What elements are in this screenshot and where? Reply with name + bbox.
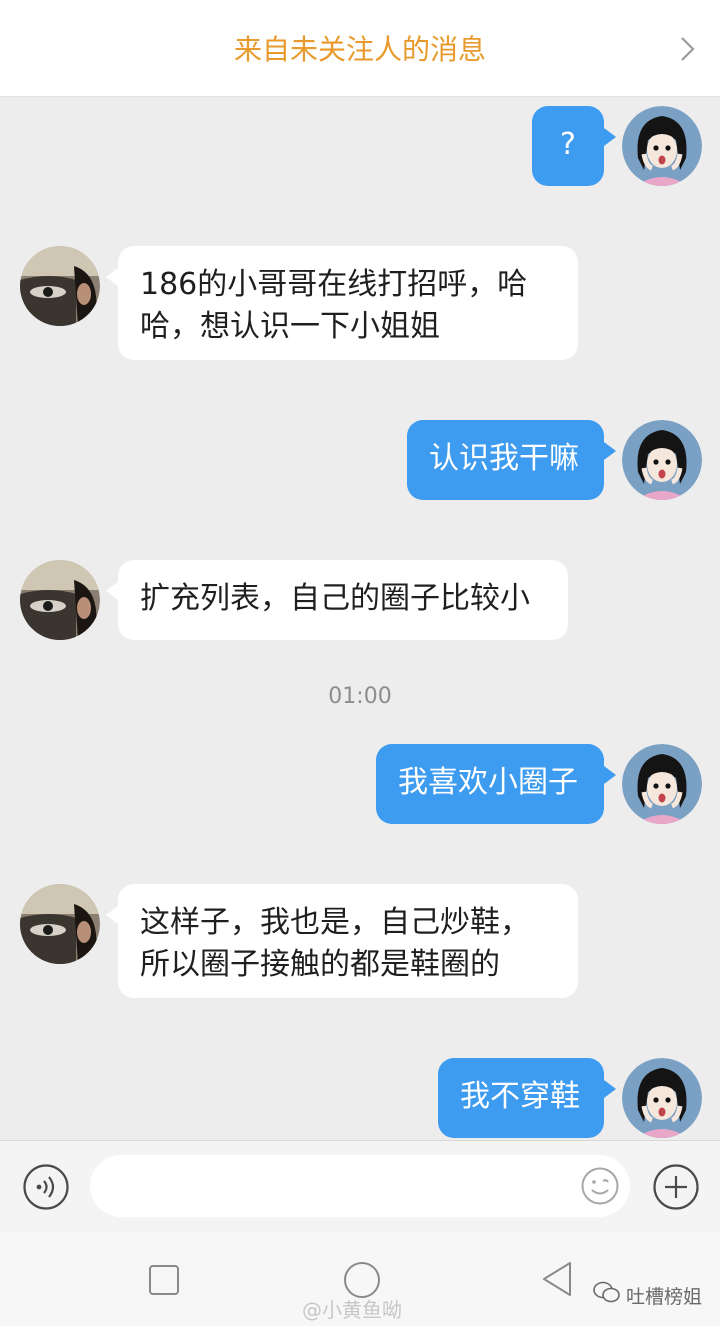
square-icon[interactable] xyxy=(148,1264,180,1296)
outgoing-bubble[interactable]: 认识我干嘛 xyxy=(407,420,604,500)
bubble-tail xyxy=(604,128,616,146)
chat-area[interactable]: ? 186的小哥哥在线打招呼，哈 哈，想认识一下小姐姐 认识我干嘛 扩充列表，自… xyxy=(0,96,720,1140)
bubble-tail xyxy=(604,442,616,460)
plus-icon[interactable] xyxy=(652,1163,700,1211)
avatar-self[interactable] xyxy=(622,744,702,824)
outgoing-bubble[interactable]: 我不穿鞋 xyxy=(438,1058,604,1138)
message-row-incoming: 扩充列表，自己的圈子比较小 xyxy=(0,560,720,650)
avatar-girl-icon xyxy=(622,106,702,186)
chevron-right-icon[interactable] xyxy=(672,34,702,64)
system-nav-bar: @小黄鱼呦 吐槽榜姐 xyxy=(0,1232,720,1326)
message-row-outgoing: 我不穿鞋 xyxy=(0,1058,720,1140)
avatar-contact[interactable] xyxy=(20,884,100,964)
message-line: 186的小哥哥在线打招呼，哈 xyxy=(140,267,528,302)
triangle-back-icon[interactable] xyxy=(540,1260,574,1298)
avatar-girl-icon xyxy=(622,744,702,824)
message-row-outgoing: ? xyxy=(0,106,720,196)
avatar-self[interactable] xyxy=(622,106,702,186)
avatar-girl-icon xyxy=(622,420,702,500)
bubble-tail xyxy=(604,766,616,784)
incoming-bubble[interactable]: 186的小哥哥在线打招呼，哈 哈，想认识一下小姐姐 xyxy=(118,246,578,360)
avatar-self[interactable] xyxy=(622,1058,702,1138)
avatar-man-icon xyxy=(20,884,100,964)
message-row-outgoing: 认识我干嘛 xyxy=(0,420,720,510)
bubble-tail xyxy=(106,906,118,924)
avatar-man-icon xyxy=(20,560,100,640)
weibo-watermark: @小黄鱼呦 xyxy=(302,1298,402,1322)
avatar-contact[interactable] xyxy=(20,246,100,326)
outgoing-bubble[interactable]: 我喜欢小圈子 xyxy=(376,744,604,824)
message-row-incoming: 186的小哥哥在线打招呼，哈 哈，想认识一下小姐姐 xyxy=(0,246,720,361)
wechat-watermark: 吐槽榜姐 xyxy=(626,1286,703,1308)
header-title[interactable]: 来自未关注人的消息 xyxy=(0,30,720,70)
incoming-bubble[interactable]: 扩充列表，自己的圈子比较小 xyxy=(118,560,568,640)
message-row-outgoing: 我喜欢小圈子 xyxy=(0,744,720,834)
avatar-man-icon xyxy=(20,246,100,326)
message-line: 这样子，我也是，自己炒鞋， xyxy=(140,905,530,940)
bubble-tail xyxy=(604,1080,616,1098)
outgoing-bubble[interactable]: ? xyxy=(532,106,604,186)
wechat-icon xyxy=(593,1281,620,1303)
avatar-self[interactable] xyxy=(622,420,702,500)
incoming-bubble[interactable]: 这样子，我也是，自己炒鞋， 所以圈子接触的都是鞋圈的 xyxy=(118,884,578,998)
message-input-bar xyxy=(0,1140,720,1233)
voice-icon[interactable] xyxy=(22,1163,70,1211)
chat-header: 来自未关注人的消息 xyxy=(0,0,720,97)
bubble-tail xyxy=(106,268,118,286)
message-timestamp: 01:00 xyxy=(328,684,392,709)
avatar-girl-icon xyxy=(622,1058,702,1138)
message-line: 所以圈子接触的都是鞋圈的 xyxy=(140,947,500,982)
message-input[interactable] xyxy=(90,1155,630,1217)
bubble-tail xyxy=(106,582,118,600)
avatar-contact[interactable] xyxy=(20,560,100,640)
emoji-icon[interactable] xyxy=(580,1166,620,1206)
message-row-incoming: 这样子，我也是，自己炒鞋， 所以圈子接触的都是鞋圈的 xyxy=(0,884,720,999)
message-line: 哈，想认识一下小姐姐 xyxy=(140,309,440,344)
